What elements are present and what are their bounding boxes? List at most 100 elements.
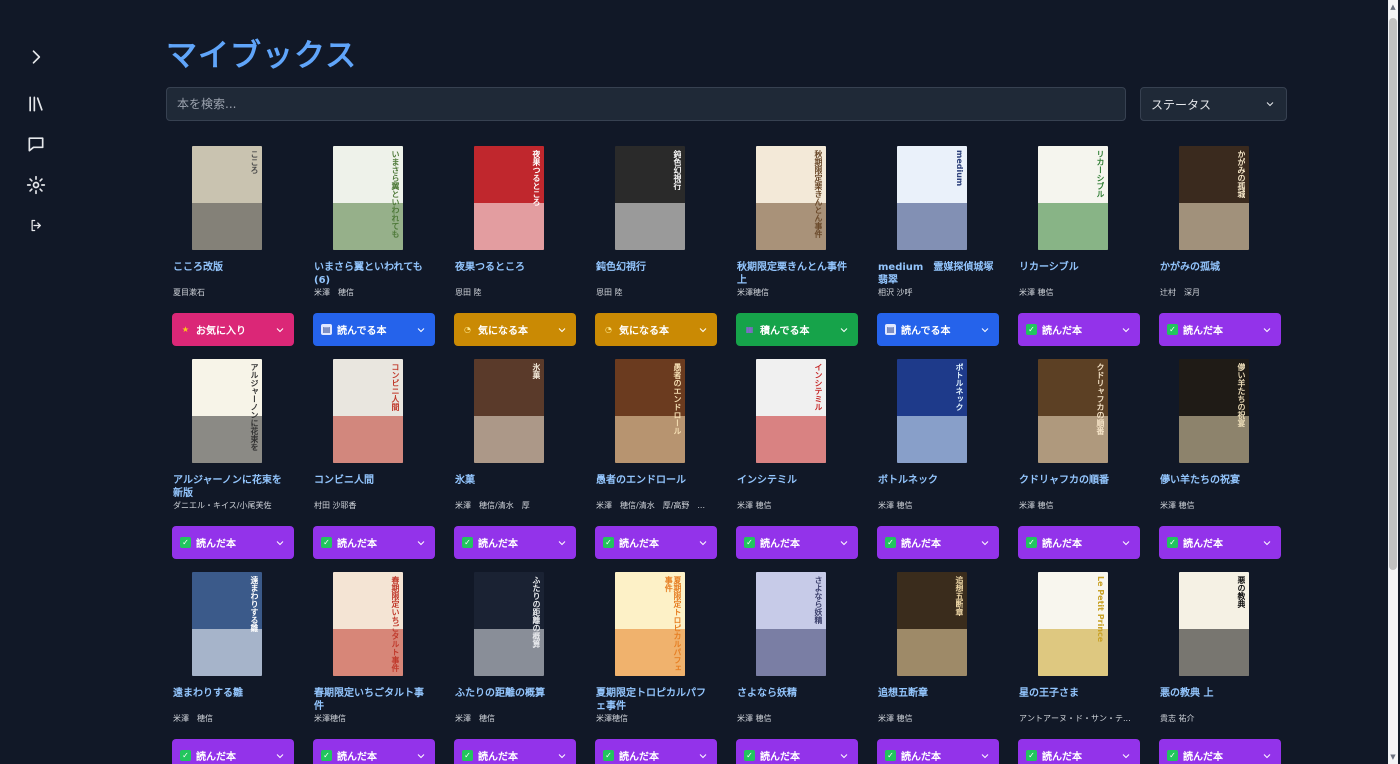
status-dropdown-button[interactable]: ✓ 読んだ本 — [172, 526, 294, 559]
book-cover[interactable]: コンビニ人間 — [333, 359, 403, 463]
book-title[interactable]: 追想五断章 — [878, 687, 994, 700]
book-cover[interactable]: クドリャフカの順番 — [1038, 359, 1108, 463]
status-dropdown-button[interactable]: ✓ 読んだ本 — [877, 526, 999, 559]
book-cover[interactable]: ボトルネック — [897, 359, 967, 463]
status-dropdown-button[interactable]: ◔ 気になる本 — [595, 313, 717, 346]
book-title[interactable]: 春期限定いちごタルト事件 — [314, 687, 430, 713]
book-cover[interactable]: 鈍色幻視行 — [615, 146, 685, 250]
book-cover[interactable]: 氷菓 — [474, 359, 544, 463]
book-cover[interactable]: 悪の教典 — [1179, 572, 1249, 676]
book-title[interactable]: medium 霊媒探偵城塚翡翠 — [878, 261, 994, 287]
book-title[interactable]: 夏期限定トロピカルパフェ事件 — [596, 687, 712, 713]
book-cover[interactable]: アルジャーノンに花束を — [192, 359, 262, 463]
book-title[interactable]: 氷菓 — [455, 474, 571, 487]
status-dropdown-button[interactable]: ✓ 読んだ本 — [172, 739, 294, 764]
book-title[interactable]: アルジャーノンに花束を新版 — [173, 474, 289, 500]
status-dropdown-button[interactable]: ▤ 読んでる本 — [877, 313, 999, 346]
book-cover[interactable]: medium — [897, 146, 967, 250]
status-dropdown-button[interactable]: ✓ 読んだ本 — [1018, 526, 1140, 559]
chevron-down-icon — [276, 327, 284, 332]
scroll-thumb[interactable] — [1389, 18, 1397, 570]
status-dropdown-button[interactable]: ✓ 読んだ本 — [1159, 526, 1281, 559]
status-dropdown-button[interactable]: ✓ 読んだ本 — [1159, 739, 1281, 764]
scrollbar[interactable]: ▲ ▼ — [1388, 0, 1398, 764]
cover-title: 追想五断章 — [955, 576, 963, 616]
book-title[interactable]: クドリャフカの順番 — [1019, 474, 1135, 487]
book-title[interactable]: インシテミル — [737, 474, 853, 487]
chevron-down-icon — [558, 540, 566, 545]
book-author: 米澤 穂信 — [737, 714, 772, 723]
book-title[interactable]: こころ改版 — [173, 261, 289, 274]
scroll-up-icon[interactable]: ▲ — [1388, 0, 1398, 14]
cover-art — [897, 416, 967, 463]
status-label: 読んだ本 — [1042, 752, 1082, 763]
cover-title: 夜果つるところ — [532, 150, 540, 206]
book-cover[interactable]: 愚者のエンドロール — [615, 359, 685, 463]
book-cover[interactable]: 儚い羊たちの祝宴 — [1179, 359, 1249, 463]
settings-icon[interactable] — [24, 173, 48, 197]
book-cover[interactable]: さよなら妖精 — [756, 572, 826, 676]
book-cover[interactable]: かがみの孤城 — [1179, 146, 1249, 250]
status-label: 読んだ本 — [1183, 326, 1223, 337]
book-cover[interactable]: こころ — [192, 146, 262, 250]
library-icon[interactable] — [24, 92, 48, 116]
book-title[interactable]: 悪の教典 上 — [1160, 687, 1276, 700]
status-dropdown-button[interactable]: ✓ 読んだ本 — [1018, 313, 1140, 346]
book-title[interactable]: かがみの孤城 — [1160, 261, 1276, 274]
book-title[interactable]: さよなら妖精 — [737, 687, 853, 700]
status-dropdown-button[interactable]: ▦ 積んでる本 — [736, 313, 858, 346]
book-cover[interactable]: Le Petit Prince — [1038, 572, 1108, 676]
book-title[interactable]: 鈍色幻視行 — [596, 261, 712, 274]
status-dropdown-button[interactable]: ★ お気に入り — [172, 313, 294, 346]
book-title[interactable]: 儚い羊たちの祝宴 — [1160, 474, 1276, 487]
book-title[interactable]: コンビニ人間 — [314, 474, 430, 487]
status-dropdown-button[interactable]: ✓ 読んだ本 — [313, 526, 435, 559]
status-dropdown-button[interactable]: ✓ 読んだ本 — [877, 739, 999, 764]
status-icon: ✓ — [180, 537, 191, 548]
status-dropdown-button[interactable]: ◔ 気になる本 — [454, 313, 576, 346]
status-icon: ▤ — [321, 324, 332, 335]
book-cover[interactable]: 夜果つるところ — [474, 146, 544, 250]
book-cover[interactable]: 秋期限定栗きんとん事件 — [756, 146, 826, 250]
book-cover[interactable]: インシテミル — [756, 359, 826, 463]
status-dropdown-button[interactable]: ✓ 読んだ本 — [595, 739, 717, 764]
status-dropdown-button[interactable]: ▤ 読んでる本 — [313, 313, 435, 346]
status-dropdown-button[interactable]: ✓ 読んだ本 — [313, 739, 435, 764]
book-author: 夏目漱石 — [173, 288, 205, 297]
book-cover[interactable]: ふたりの距離の概算 — [474, 572, 544, 676]
status-dropdown-button[interactable]: ✓ 読んだ本 — [1018, 739, 1140, 764]
status-icon: ✓ — [1026, 324, 1037, 335]
book-title[interactable]: 遠まわりする雛 — [173, 687, 289, 700]
book-cover[interactable]: 春期限定いちごタルト事件 — [333, 572, 403, 676]
book-title[interactable]: 星の王子さま — [1019, 687, 1135, 700]
status-dropdown-button[interactable]: ✓ 読んだ本 — [736, 739, 858, 764]
chevron-down-icon — [1263, 540, 1271, 545]
status-dropdown-button[interactable]: ✓ 読んだ本 — [595, 526, 717, 559]
search-input[interactable] — [166, 87, 1126, 121]
book-title[interactable]: ふたりの距離の概算 — [455, 687, 571, 700]
book-title[interactable]: ボトルネック — [878, 474, 994, 487]
book-cover[interactable]: リカーシブル — [1038, 146, 1108, 250]
book-author: 恩田 陸 — [455, 288, 482, 297]
book-title[interactable]: いまさら翼といわれても (6) — [314, 261, 430, 287]
expand-icon[interactable] — [24, 45, 48, 69]
book-title[interactable]: リカーシブル — [1019, 261, 1135, 274]
status-dropdown-button[interactable]: ✓ 読んだ本 — [454, 739, 576, 764]
book-title[interactable]: 愚者のエンドロール — [596, 474, 712, 487]
book-title[interactable]: 夜果つるところ — [455, 261, 571, 274]
book-cover[interactable]: 遠まわりする雛 — [192, 572, 262, 676]
logout-icon[interactable] — [24, 213, 48, 237]
book-author: 米澤 穂信 — [878, 501, 913, 510]
status-dropdown-button[interactable]: ✓ 読んだ本 — [736, 526, 858, 559]
book-title[interactable]: 秋期限定栗きんとん事件 上 — [737, 261, 853, 287]
chat-icon[interactable] — [24, 132, 48, 156]
scroll-down-icon[interactable]: ▼ — [1388, 750, 1398, 764]
status-icon: ◔ — [605, 325, 612, 334]
chevron-down-icon — [558, 753, 566, 758]
status-filter-select[interactable]: ステータス — [1140, 87, 1287, 121]
book-cover[interactable]: いまさら翼といわれても — [333, 146, 403, 250]
book-cover[interactable]: 追想五断章 — [897, 572, 967, 676]
status-dropdown-button[interactable]: ✓ 読んだ本 — [1159, 313, 1281, 346]
book-cover[interactable]: 夏期限定トロピカルパフェ事件 — [615, 572, 685, 676]
status-dropdown-button[interactable]: ✓ 読んだ本 — [454, 526, 576, 559]
